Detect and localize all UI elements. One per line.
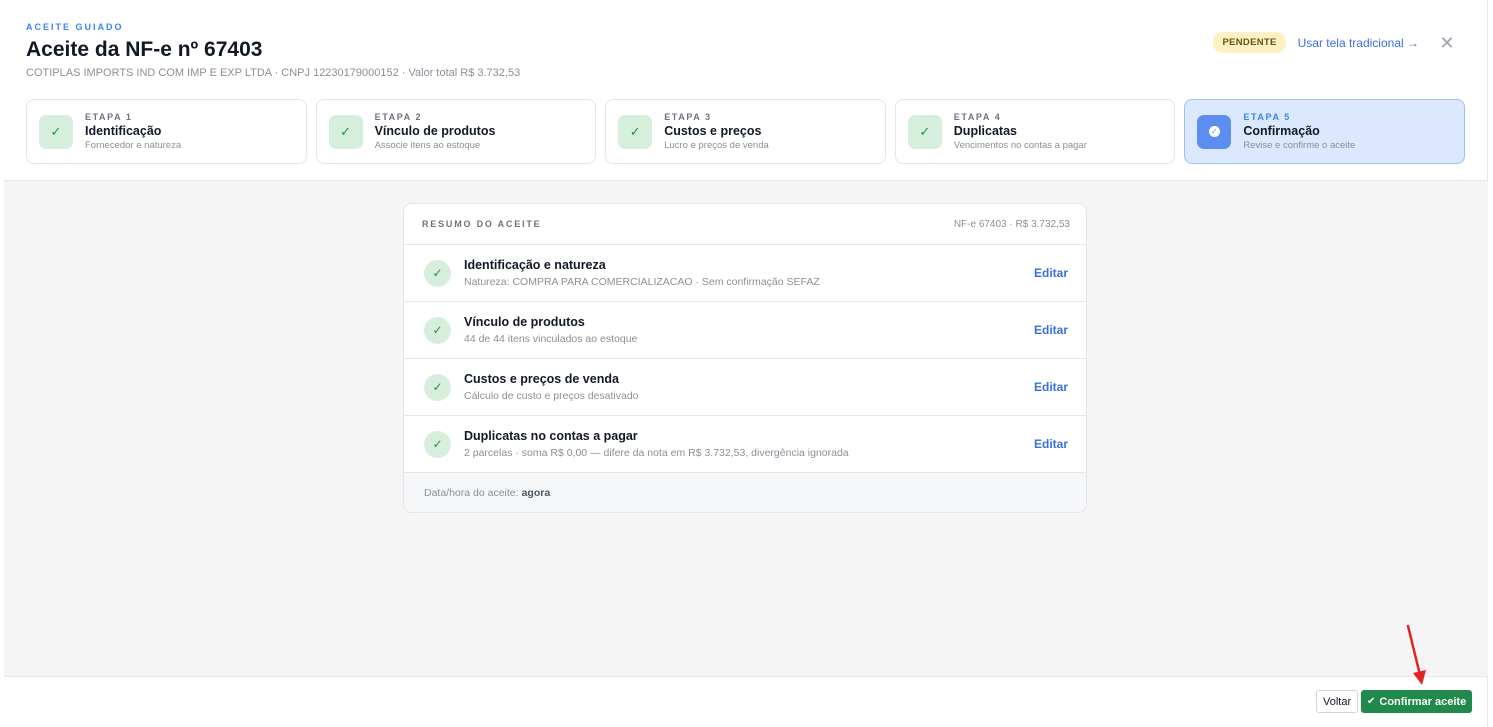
- page-subtitle: COTIPLAS IMPORTS IND COM IMP E EXP LTDA …: [26, 67, 521, 79]
- check-icon: ✓: [424, 316, 451, 344]
- row-title: Identificação e natureza: [464, 258, 606, 272]
- check-icon: ✓: [328, 114, 363, 149]
- check-icon: ✓: [39, 114, 73, 149]
- step-1[interactable]: ✓ ETAPA 1 Identificação Fornecedor e nat…: [26, 99, 307, 164]
- confirm-accept-label: Confirmar aceite: [1379, 695, 1467, 708]
- row-title: Vínculo de produtos: [464, 315, 585, 329]
- step-name: Confirmação: [1243, 124, 1320, 138]
- stepper: ✓ ETAPA 1 Identificação Fornecedor e nat…: [26, 99, 1465, 164]
- modal-footer: Voltar ✔ Confirmar aceite: [4, 677, 1488, 727]
- step-desc: Fornecedor e natureza: [85, 140, 182, 151]
- eyebrow-label: ACEITE GUIADO: [26, 22, 124, 32]
- summary-card-footer: Data/hora do aceite: agora: [404, 473, 1086, 512]
- summary-card: RESUMO DO ACEITE NF-e 67403 · R$ 3.732,5…: [403, 203, 1087, 513]
- check-icon: ✓: [618, 114, 653, 149]
- traditional-view-link[interactable]: Usar tela tradicional →: [1298, 36, 1419, 50]
- step-3[interactable]: ✓ ETAPA 3 Custos e preços Lucro e preços…: [605, 99, 886, 164]
- back-button[interactable]: Voltar: [1316, 690, 1359, 713]
- step-label: ETAPA 1: [85, 112, 133, 122]
- modal-header: ACEITE GUIADO Aceite da NF-e nº 67403 CO…: [26, 22, 1457, 92]
- edit-identification-link[interactable]: Editar: [1034, 266, 1068, 280]
- edit-costs-link[interactable]: Editar: [1034, 380, 1068, 394]
- check-icon: ✓: [424, 259, 451, 287]
- summary-row-products: ✓ Vínculo de produtos 44 de 44 itens vin…: [404, 302, 1086, 359]
- accept-datetime-label: Data/hora do aceite:: [424, 487, 519, 499]
- close-icon[interactable]: ✕: [1437, 34, 1457, 52]
- step-name: Custos e preços: [664, 124, 762, 138]
- step-desc: Lucro e preços de venda: [664, 140, 769, 151]
- summary-title: RESUMO DO ACEITE: [422, 219, 542, 229]
- summary-row-identification: ✓ Identificação e natureza Natureza: COM…: [404, 245, 1086, 302]
- edit-installments-link[interactable]: Editar: [1034, 437, 1068, 451]
- check-circle-icon: ✓: [1197, 114, 1232, 149]
- row-desc: Cálculo de custo e preços desativado: [464, 390, 639, 402]
- summary-row-costs: ✓ Custos e preços de venda Cálculo de cu…: [404, 359, 1086, 416]
- summary-row-installments: ✓ Duplicatas no contas a pagar 2 parcela…: [404, 416, 1086, 473]
- check-icon: ✓: [424, 430, 451, 458]
- step-desc: Vencimentos no contas a pagar: [953, 140, 1087, 151]
- status-badge: PENDENTE: [1213, 32, 1286, 53]
- step-label: ETAPA 5: [1243, 112, 1291, 122]
- header-actions: PENDENTE Usar tela tradicional → ✕: [1213, 32, 1457, 53]
- row-title: Duplicatas no contas a pagar: [464, 429, 638, 443]
- step-label: ETAPA 2: [374, 112, 423, 122]
- accept-modal: ACEITE GUIADO Aceite da NF-e nº 67403 CO…: [4, 0, 1488, 727]
- step-label: ETAPA 4: [953, 112, 1002, 122]
- summary-meta: NF-e 67403 · R$ 3.732,53: [953, 218, 1070, 230]
- step-name: Identificação: [85, 124, 162, 138]
- step-name: Duplicatas: [953, 124, 1017, 138]
- row-desc: Natureza: COMPRA PARA COMERCIALIZACAO · …: [464, 276, 820, 288]
- step-4[interactable]: ✓ ETAPA 4 Duplicatas Vencimentos no cont…: [894, 99, 1176, 164]
- step-desc: Associe itens ao estoque: [374, 140, 481, 151]
- double-check-icon: ✔: [1367, 696, 1376, 707]
- row-title: Custos e preços de venda: [464, 372, 619, 386]
- step-label: ETAPA 3: [664, 112, 712, 122]
- check-icon: ✓: [424, 373, 451, 401]
- row-desc: 44 de 44 itens vinculados ao estoque: [464, 333, 638, 345]
- accept-datetime-value: agora: [521, 487, 551, 499]
- check-icon: ✓: [907, 114, 942, 149]
- confirm-accept-button[interactable]: ✔ Confirmar aceite: [1361, 690, 1473, 713]
- edit-products-link[interactable]: Editar: [1034, 323, 1068, 337]
- step-5[interactable]: ✓ ETAPA 5 Confirmação Revise e confirme …: [1184, 99, 1465, 164]
- step-2[interactable]: ✓ ETAPA 2 Vínculo de produtos Associe it…: [315, 99, 597, 164]
- step-name: Vínculo de produtos: [374, 124, 496, 138]
- content-area: RESUMO DO ACEITE NF-e 67403 · R$ 3.732,5…: [4, 180, 1488, 677]
- row-desc: 2 parcelas · soma R$ 0,00 — difere da no…: [464, 447, 849, 459]
- step-desc: Revise e confirme o aceite: [1243, 140, 1356, 151]
- summary-card-header: RESUMO DO ACEITE NF-e 67403 · R$ 3.732,5…: [404, 204, 1086, 245]
